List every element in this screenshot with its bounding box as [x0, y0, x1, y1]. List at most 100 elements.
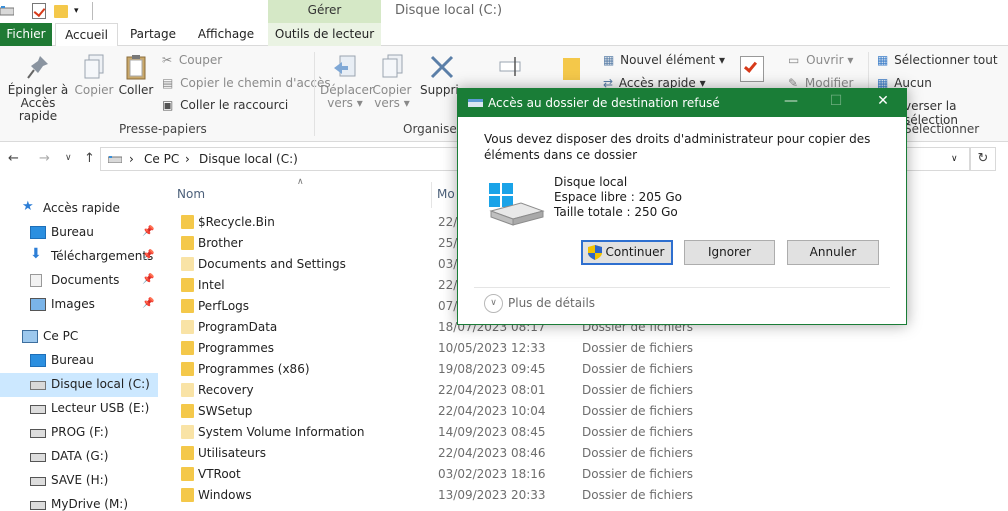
file-row[interactable]: Windows 13/09/2023 20:33 Dossier de fichie… — [160, 485, 1008, 506]
file-date: 14/09/2023 08:45 — [438, 425, 546, 439]
dialog-title-bar[interactable]: Accès au dossier de destination refusé —… — [458, 89, 906, 117]
new-item-button[interactable]: ▦ Nouvel élément ▾ — [603, 53, 725, 67]
nav-local-disk-c[interactable]: Disque local (C:) — [0, 373, 158, 397]
tab-view[interactable]: Affichage — [190, 23, 262, 46]
pin-icon — [27, 56, 48, 79]
expand-chevron-icon[interactable]: ∨ — [484, 294, 503, 313]
images-icon — [30, 298, 46, 311]
new-folder-icon[interactable] — [563, 58, 580, 80]
copy-button[interactable]: Copier — [74, 50, 114, 97]
drive-icon[interactable] — [0, 6, 14, 16]
nav-item-label: Téléchargements — [51, 249, 154, 263]
file-row[interactable]: Utilisateurs 22/04/2023 08:46 Dossier de f… — [160, 443, 1008, 464]
select-all-button[interactable]: ▦ Sélectionner tout — [877, 53, 998, 67]
contextual-tab-manage: Gérer — [268, 0, 381, 23]
paste-shortcut-button[interactable]: ▣ Coller le raccourci — [162, 98, 288, 112]
more-details-link[interactable]: Plus de détails — [508, 296, 595, 310]
breadcrumb-separator[interactable]: › — [185, 152, 190, 166]
move-to-button[interactable]: Déplacer vers ▾ — [320, 50, 374, 110]
tab-file[interactable]: Fichier — [0, 23, 52, 46]
folder-icon — [181, 320, 194, 334]
nav-drive-g[interactable]: DATA (G:) — [0, 445, 158, 469]
properties-icon[interactable] — [32, 3, 46, 19]
file-type: Dossier de fichiers — [582, 425, 694, 439]
pin-icon[interactable]: 📌 — [142, 226, 154, 237]
ribbon-tab-row: Fichier Accueil Partage Affichage Outils… — [0, 23, 1008, 47]
minimize-icon[interactable]: — — [781, 93, 801, 109]
forward-icon[interactable]: → — [39, 151, 50, 166]
drive-icon — [30, 477, 46, 486]
file-row[interactable]: Programmes 10/05/2023 12:33 Dossier de fic… — [160, 338, 1008, 359]
nav-item-label: PROG (F:) — [51, 425, 109, 439]
pin-icon[interactable]: 📌 — [142, 298, 154, 309]
file-date: 22/04/2023 08:01 — [438, 383, 546, 397]
move-to-label-line2: vers ▾ — [327, 96, 363, 110]
quick-access-toolbar-dropdown[interactable]: ▾ — [74, 5, 79, 21]
close-icon[interactable]: ✕ — [873, 93, 893, 109]
maximize-icon[interactable]: ☐ — [826, 93, 846, 109]
continue-button[interactable]: Continuer — [581, 240, 673, 265]
nav-pinned-documents[interactable]: Documents 📌 — [0, 269, 158, 293]
properties-button[interactable] — [740, 56, 764, 82]
nav-pinned-downloads[interactable]: ⬇ Téléchargements 📌 — [0, 245, 158, 269]
documents-icon — [30, 274, 42, 287]
nav-pinned-desktop[interactable]: Bureau 📌 — [0, 221, 158, 245]
column-header-modified[interactable]: Mo — [437, 187, 455, 201]
nav-this-pc[interactable]: Ce PC — [0, 325, 158, 349]
column-divider[interactable] — [431, 182, 432, 208]
paste-button[interactable]: Coller — [116, 50, 156, 97]
file-row[interactable]: Recovery 22/04/2023 08:01 Dossier de fichi… — [160, 380, 1008, 401]
pin-icon[interactable]: 📌 — [142, 274, 154, 285]
cut-button[interactable]: ✂ Couper — [162, 53, 222, 67]
refresh-icon[interactable]: ↻ — [970, 147, 996, 171]
rename-button[interactable] — [490, 50, 530, 84]
free-space: Espace libre : 205 Go — [554, 190, 682, 204]
access-denied-dialog: Accès au dossier de destination refusé —… — [457, 88, 907, 325]
recent-locations-chevron-icon[interactable]: ∨ — [65, 153, 72, 163]
file-type: Dossier de fichiers — [582, 467, 694, 481]
copy-to-button[interactable]: Copier vers ▾ — [370, 50, 414, 110]
tab-drive-tools[interactable]: Outils de lecteur — [268, 23, 381, 46]
navigation-pane: ★ Accès rapide Bureau 📌 ⬇ Téléchargement… — [0, 176, 160, 511]
drive-icon — [108, 156, 122, 163]
file-name: PerfLogs — [198, 299, 250, 313]
file-type: Dossier de fichiers — [582, 446, 694, 460]
dialog-title: Accès au dossier de destination refusé — [488, 96, 720, 110]
file-row[interactable]: Programmes (x86) 19/08/2023 09:45 Dossier … — [160, 359, 1008, 380]
file-type: Dossier de fichiers — [582, 362, 694, 376]
folder-icon — [181, 215, 194, 229]
nav-drive-m[interactable]: MyDrive (M:) — [0, 493, 158, 511]
new-folder-icon[interactable] — [54, 5, 68, 18]
total-size: Taille totale : 250 Go — [554, 205, 678, 219]
nav-pinned-images[interactable]: Images 📌 — [0, 293, 158, 317]
tab-share[interactable]: Partage — [121, 23, 185, 46]
breadcrumb-separator[interactable]: › — [129, 152, 134, 166]
breadcrumb-current-drive[interactable]: Disque local (C:) — [199, 152, 298, 166]
ignore-button[interactable]: Ignorer — [684, 240, 775, 265]
nav-pc-desktop[interactable]: Bureau — [0, 349, 158, 373]
file-name: Documents and Settings — [198, 257, 346, 271]
tab-home[interactable]: Accueil — [55, 23, 118, 47]
breadcrumb-this-pc[interactable]: Ce PC — [144, 152, 179, 166]
nav-drive-f[interactable]: PROG (F:) — [0, 421, 158, 445]
file-row[interactable]: SWSetup 22/04/2023 10:04 Dossier de fichie… — [160, 401, 1008, 422]
file-row[interactable]: VTRoot 03/02/2023 18:16 Dossier de fichier… — [160, 464, 1008, 485]
copy-path-label: Copier le chemin d'accès — [180, 76, 331, 90]
nav-usb-drive-e[interactable]: Lecteur USB (E:) — [0, 397, 158, 421]
column-header-name[interactable]: Nom — [177, 187, 205, 201]
up-icon[interactable]: ↑ — [84, 151, 95, 166]
shortcut-folder-icon — [181, 257, 194, 271]
file-row[interactable]: System Volume Information 14/09/2023 08:4… — [160, 422, 1008, 443]
nav-quick-access[interactable]: ★ Accès rapide — [0, 197, 158, 221]
address-dropdown-chevron-icon[interactable]: ∨ — [951, 154, 958, 164]
scissors-icon: ✂ — [162, 53, 173, 67]
open-button[interactable]: ▭ Ouvrir ▾ — [788, 53, 853, 67]
copy-path-button[interactable]: ▤ Copier le chemin d'accès — [162, 76, 331, 90]
delete-icon — [430, 55, 454, 79]
cancel-button[interactable]: Annuler — [787, 240, 879, 265]
folder-icon — [181, 383, 194, 397]
back-icon[interactable]: ← — [8, 151, 19, 166]
pin-icon[interactable]: 📌 — [142, 250, 154, 261]
pin-to-quick-access-button[interactable]: Épingler à Accès rapide — [4, 50, 72, 123]
nav-drive-h[interactable]: SAVE (H:) — [0, 469, 158, 493]
